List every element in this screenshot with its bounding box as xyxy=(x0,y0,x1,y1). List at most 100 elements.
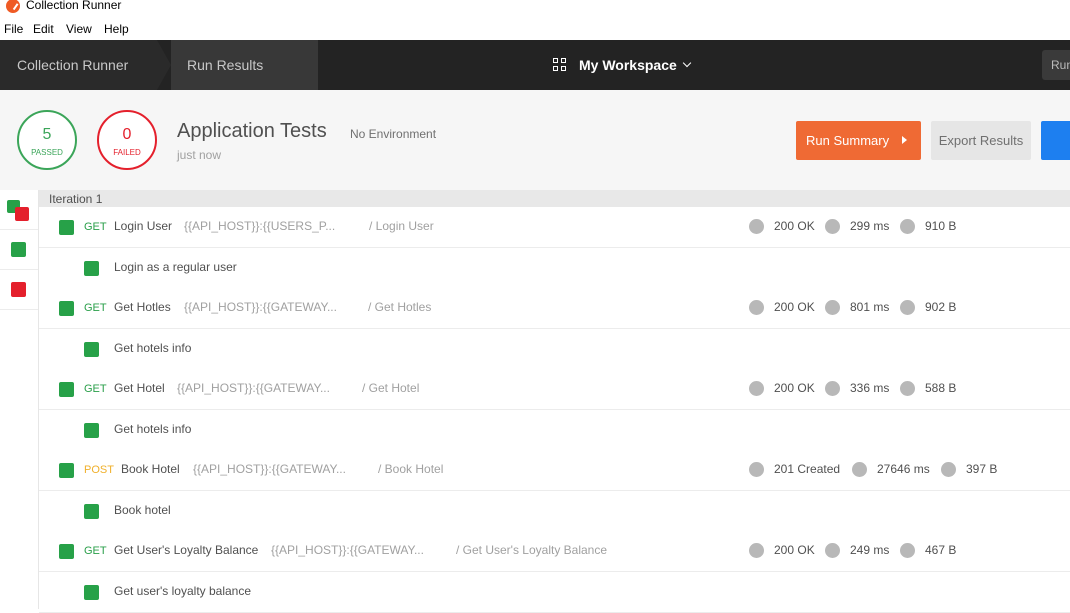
response-time: 249 ms xyxy=(850,543,890,557)
export-results-button[interactable]: Export Results xyxy=(931,121,1031,160)
request-row[interactable]: POST Book Hotel {{API_HOST}}:{{GATEWAY..… xyxy=(39,450,1070,491)
run-summary-label: Run Summary xyxy=(806,133,890,148)
response-size: 467 B xyxy=(925,543,957,557)
run-summary-panel: 5 PASSED 0 FAILED Application Tests No E… xyxy=(0,90,1070,190)
failed-label: FAILED xyxy=(113,148,141,157)
status-dot-icon xyxy=(749,462,764,477)
response-size: 910 B xyxy=(925,219,957,233)
time-dot-icon xyxy=(825,219,840,234)
time-dot-icon xyxy=(825,300,840,315)
request-name: Book Hotel xyxy=(121,462,180,476)
test-name: Get hotels info xyxy=(114,341,192,355)
menu-help[interactable]: Help xyxy=(104,22,129,36)
postman-logo-icon xyxy=(6,0,20,13)
passed-count-badge: 5 PASSED xyxy=(17,110,77,170)
menu-file[interactable]: File xyxy=(4,22,23,36)
size-dot-icon xyxy=(900,219,915,234)
caret-right-icon xyxy=(902,136,907,144)
status-dot-icon xyxy=(749,381,764,396)
request-method: GET xyxy=(84,302,107,314)
test-name: Login as a regular user xyxy=(114,260,237,274)
pass-square-icon xyxy=(84,504,99,519)
collection-name: Application Tests xyxy=(177,120,327,142)
pass-square-icon xyxy=(84,342,99,357)
request-row[interactable]: GET Get Hotles {{API_HOST}}:{{GATEWAY...… xyxy=(39,288,1070,329)
response-time: 801 ms xyxy=(850,300,890,314)
run-button[interactable]: Run xyxy=(1042,50,1070,80)
request-row[interactable]: GET Get User's Loyalty Balance {{API_HOS… xyxy=(39,531,1070,572)
response-time: 299 ms xyxy=(850,219,890,233)
response-size: 588 B xyxy=(925,381,957,395)
iteration-label: Iteration 1 xyxy=(49,192,103,206)
header-bar: Collection Runner Run Results My Workspa… xyxy=(0,40,1070,90)
request-method: GET xyxy=(84,383,107,395)
request-path: / Book Hotel xyxy=(378,462,444,476)
rail-failed-filter[interactable] xyxy=(0,270,38,310)
pass-square-icon xyxy=(84,423,99,438)
test-name: Book hotel xyxy=(114,503,171,517)
response-status: 200 OK xyxy=(774,543,815,557)
time-dot-icon xyxy=(825,381,840,396)
pass-square-icon xyxy=(84,261,99,276)
menu-view[interactable]: View xyxy=(66,22,92,36)
test-name: Get hotels info xyxy=(114,422,192,436)
request-row[interactable]: GET Get Hotel {{API_HOST}}:{{GATEWAY... … xyxy=(39,369,1070,410)
passed-label: PASSED xyxy=(31,148,63,157)
workspace-label: My Workspace xyxy=(579,57,677,73)
pass-square-icon xyxy=(59,544,74,559)
run-summary-button[interactable]: Run Summary xyxy=(796,121,921,160)
response-status: 200 OK xyxy=(774,300,815,314)
fail-square-icon xyxy=(15,207,29,221)
request-url: {{API_HOST}}:{{GATEWAY... xyxy=(184,300,337,314)
rail-all-results[interactable] xyxy=(0,190,38,230)
response-size: 397 B xyxy=(966,462,998,476)
run-time: just now xyxy=(177,148,222,162)
request-method: GET xyxy=(84,545,107,557)
response-status: 200 OK xyxy=(774,381,815,395)
size-dot-icon xyxy=(900,543,915,558)
failed-count-badge: 0 FAILED xyxy=(97,110,157,170)
breadcrumb-collection-runner[interactable]: Collection Runner xyxy=(0,40,157,90)
breadcrumb-run-results[interactable]: Run Results xyxy=(171,40,318,90)
test-row: Get hotels info xyxy=(39,329,1070,370)
request-method: POST xyxy=(84,464,114,476)
request-path: / Login User xyxy=(369,219,434,233)
time-dot-icon xyxy=(852,462,867,477)
request-row[interactable]: GET Login User {{API_HOST}}:{{USERS_P...… xyxy=(39,207,1070,248)
iteration-rail xyxy=(0,190,39,609)
pass-square-icon xyxy=(59,382,74,397)
fail-square-icon xyxy=(11,282,26,297)
retry-button[interactable] xyxy=(1041,121,1070,160)
time-dot-icon xyxy=(825,543,840,558)
response-status: 201 Created xyxy=(774,462,841,476)
test-row: Get user's loyalty balance xyxy=(39,572,1070,613)
response-status: 200 OK xyxy=(774,219,815,233)
status-dot-icon xyxy=(749,219,764,234)
iteration-header: Iteration 1 xyxy=(39,190,1070,207)
menu-edit[interactable]: Edit xyxy=(33,22,54,36)
pass-square-icon xyxy=(59,301,74,316)
request-method: GET xyxy=(84,221,107,233)
request-url: {{API_HOST}}:{{GATEWAY... xyxy=(177,381,330,395)
request-path: / Get Hotel xyxy=(362,381,420,395)
failed-count: 0 xyxy=(122,126,132,143)
test-name: Get user's loyalty balance xyxy=(114,584,252,598)
breadcrumb-arrow xyxy=(306,40,318,90)
pass-square-icon xyxy=(11,242,26,257)
chevron-down-icon xyxy=(682,58,692,68)
test-row: Get hotels info xyxy=(39,410,1070,451)
request-path: / Get User's Loyalty Balance xyxy=(456,543,608,557)
response-time: 336 ms xyxy=(850,381,890,395)
request-name: Get Hotel xyxy=(114,381,165,395)
rail-passed-filter[interactable] xyxy=(0,230,38,270)
request-url: {{API_HOST}}:{{USERS_P... xyxy=(184,219,336,233)
size-dot-icon xyxy=(900,300,915,315)
test-row: Login as a regular user xyxy=(39,248,1070,289)
response-size: 902 B xyxy=(925,300,957,314)
title-bar: Collection Runner xyxy=(0,0,1070,14)
environment-label: No Environment xyxy=(350,127,437,141)
workspace-grid-icon xyxy=(553,58,567,72)
status-dot-icon xyxy=(749,300,764,315)
breadcrumb-arrow xyxy=(157,40,171,90)
size-dot-icon xyxy=(900,381,915,396)
